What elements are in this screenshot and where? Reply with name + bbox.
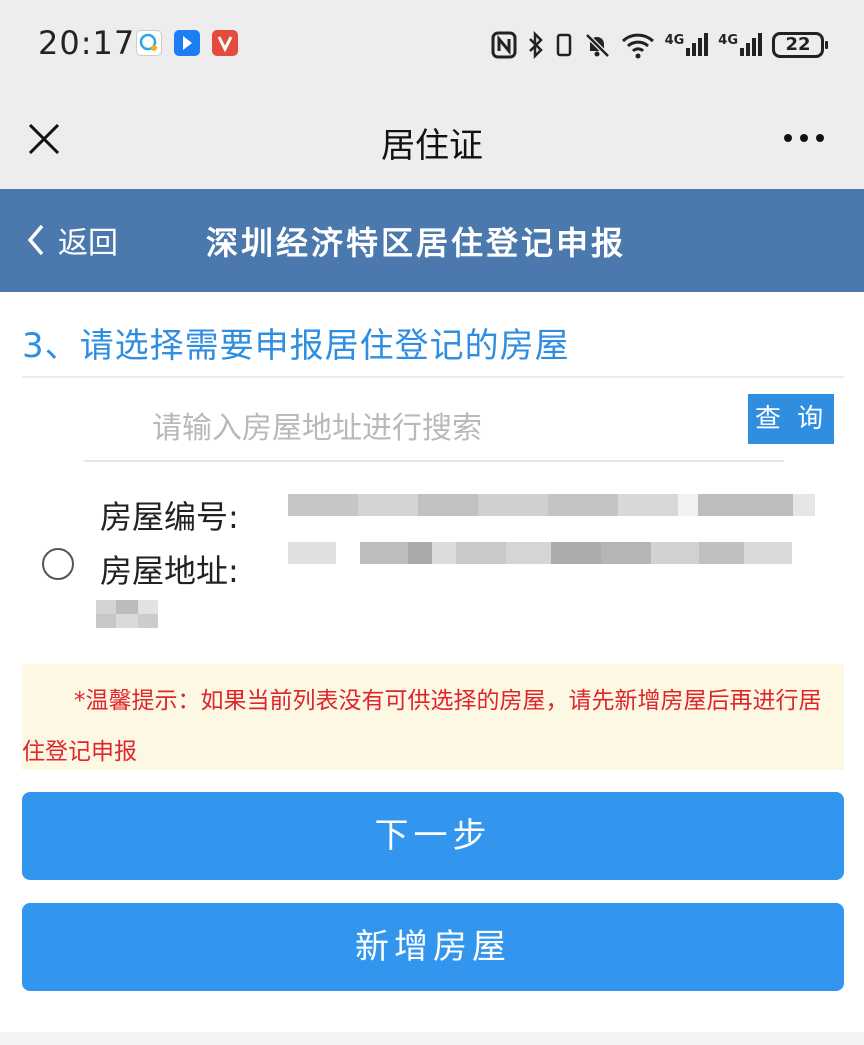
header-title: 深圳经济特区居住登记申报 (206, 224, 627, 262)
chat-app-icon (136, 30, 162, 56)
divider (22, 376, 844, 378)
bluetooth-icon (528, 31, 543, 59)
chevron-left-icon (27, 224, 44, 256)
house-select-radio[interactable] (42, 548, 74, 580)
status-time: 20:17 (38, 24, 136, 62)
nfc-icon (491, 31, 517, 59)
house-extra-redacted (96, 600, 158, 628)
title-bar: 居住证 (0, 90, 864, 189)
blue-app-icon (174, 30, 200, 56)
house-number-label: 房屋编号: (100, 498, 239, 536)
add-house-button[interactable]: 新增房屋 (22, 903, 844, 991)
footer-strip (0, 1032, 864, 1045)
signal-icon: 4G (718, 33, 762, 56)
status-bar: 20:17 4G 4G 22 (0, 0, 864, 90)
mute-icon (584, 33, 610, 58)
vibrate-icon (556, 33, 571, 57)
house-address-label: 房屋地址: (100, 552, 239, 590)
back-button[interactable]: 返回 (26, 217, 118, 263)
house-number-value-redacted (288, 494, 815, 516)
notice-box: *温馨提示：如果当前列表没有可供选择的房屋，请先新增房屋后再进行居住登记申报 (22, 664, 844, 770)
page-title: 居住证 (381, 126, 483, 166)
back-label: 返回 (58, 226, 118, 261)
next-step-button[interactable]: 下一步 (22, 792, 844, 880)
query-button[interactable]: 查 询 (748, 394, 834, 444)
section-title: 3、请选择需要申报居住登记的房屋 (22, 326, 570, 366)
house-address-value-redacted (288, 542, 792, 564)
status-icons: 4G 4G 22 (491, 26, 828, 64)
more-options-icon[interactable] (784, 134, 824, 142)
signal-icon: 4G (664, 33, 709, 56)
notice-text: *温馨提示：如果当前列表没有可供选择的房屋，请先新增房屋后再进行居住登记申报 (22, 688, 822, 765)
network-label: 4G (664, 33, 685, 48)
battery-icon: 22 (772, 32, 828, 58)
wifi-icon (621, 33, 654, 59)
red-app-icon (212, 30, 238, 56)
network-label: 4G (718, 33, 738, 48)
address-search-input[interactable] (84, 396, 784, 462)
app-header: 返回 深圳经济特区居住登记申报 (0, 189, 864, 292)
